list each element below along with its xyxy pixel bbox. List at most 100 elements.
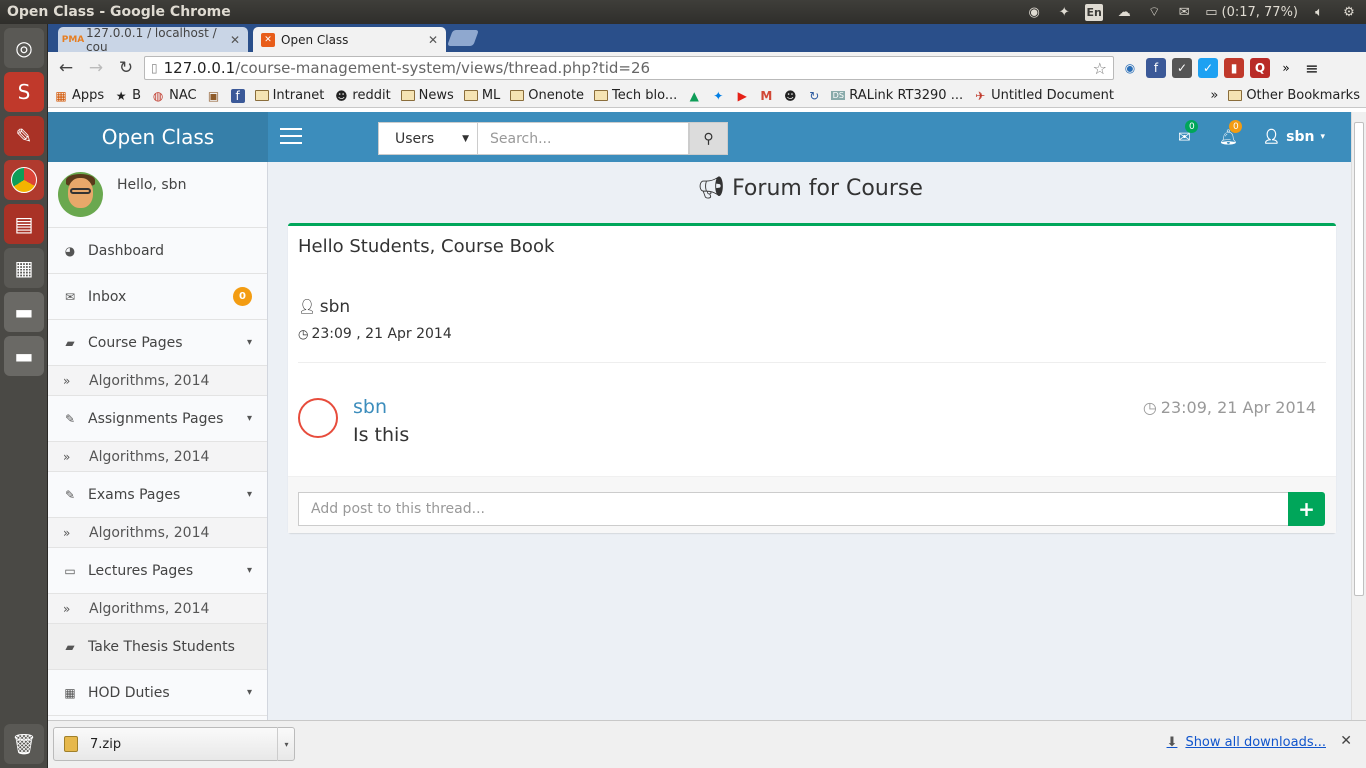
post-author-link[interactable]: sbn [353, 396, 387, 418]
sidebar-item-lectures-pages[interactable]: ▭ Lectures Pages ▾ [48, 548, 267, 594]
table-icon: ▦ [64, 685, 76, 700]
double-chevron-icon: » [63, 601, 71, 616]
overflow-menu-icon[interactable]: » [1276, 58, 1296, 78]
facebook-extension-icon[interactable]: f [1146, 58, 1166, 78]
bookmark-youtube[interactable]: ▶ [735, 89, 749, 103]
scrollbar-thumb[interactable] [1354, 122, 1364, 596]
bookmark-ml[interactable]: ML [463, 88, 500, 103]
add-post-button[interactable]: + [1288, 492, 1325, 526]
bookmark-onenote[interactable]: Onenote [510, 88, 584, 103]
quora-extension-icon[interactable]: Q [1250, 58, 1270, 78]
workspace-switcher-icon[interactable]: ▦ [4, 248, 44, 288]
disk-drive-icon[interactable]: ▬ [4, 292, 44, 332]
close-icon[interactable]: ✕ [230, 33, 240, 47]
notifications-menu[interactable]: 🔔︎ 0 [1206, 112, 1250, 162]
trash-icon[interactable]: 🗑︎ [4, 724, 44, 764]
bookmark-news[interactable]: News [400, 88, 454, 103]
bookmark-facebook[interactable]: f [230, 88, 245, 103]
sidebar-item-inbox[interactable]: ✉ Inbox 0 [48, 274, 267, 320]
dropbox-icon[interactable]: ✦ [1055, 4, 1073, 20]
bookmark-gmail[interactable]: M [759, 89, 773, 103]
bookmarks-overflow[interactable]: » [1210, 88, 1218, 103]
messages-menu[interactable]: ✉ 0 [1162, 112, 1206, 162]
chrome-icon[interactable] [4, 160, 44, 200]
show-all-downloads-link[interactable]: ⬇ Show all downloads... [1167, 735, 1326, 750]
chrome-menu-icon[interactable]: ≡ [1302, 58, 1322, 78]
sublime-text-icon[interactable]: S [4, 72, 44, 112]
volume-icon[interactable]: 🔈︎ [1310, 4, 1328, 20]
bookmark-tech-blogs[interactable]: Tech blo... [594, 88, 677, 103]
settings-gear-icon[interactable]: ⚙ [1340, 4, 1358, 20]
forward-arrow-icon[interactable]: → [84, 56, 108, 80]
sidebar-subitem-assignments[interactable]: » Algorithms, 2014 [48, 442, 267, 472]
new-tab-button[interactable] [447, 30, 479, 46]
reply-input[interactable]: Add post to this thread... [298, 492, 1289, 526]
download-options-arrow[interactable]: ▾ [277, 727, 295, 761]
back-arrow-icon[interactable]: ← [54, 56, 78, 80]
bookmark-drive[interactable]: ▲ [687, 89, 701, 103]
close-icon[interactable]: ✕ [1340, 733, 1352, 749]
bookmark-extension-icon[interactable]: ▮ [1224, 58, 1244, 78]
address-bar[interactable]: ▯ 127.0.0.1/course-management-system/vie… [144, 56, 1114, 80]
search-button[interactable]: ⚲ [689, 122, 728, 155]
sidebar-item-dashboard[interactable]: ◕ Dashboard [48, 228, 267, 274]
bookmark-intranet[interactable]: Intranet [254, 88, 324, 103]
sidebar-item-thesis[interactable]: ▰ Take Thesis Students [48, 624, 267, 670]
bookmark-b[interactable]: ★ B [114, 88, 141, 103]
bookmark-ralink[interactable]: DS RALink RT3290 ... [831, 88, 963, 103]
notifications-badge: 0 [1229, 120, 1243, 133]
double-chevron-icon: » [63, 449, 71, 464]
bookmark-image[interactable]: ▣ [207, 89, 221, 103]
sidebar-subitem-course[interactable]: » Algorithms, 2014 [48, 366, 267, 396]
app-logo[interactable]: Open Class [48, 112, 268, 162]
bookmark-dropbox[interactable]: ✦ [711, 89, 725, 103]
sidebar-toggle-icon[interactable] [280, 128, 302, 144]
reload-icon[interactable]: ↻ [114, 56, 138, 80]
bookmark-reddit-2[interactable]: ☻ [783, 89, 797, 103]
sidebar-item-exams-pages[interactable]: ✎ Exams Pages ▾ [48, 472, 267, 518]
dash-home-icon[interactable]: ◎ [4, 28, 44, 68]
battery-indicator[interactable]: ▭ (0:17, 77%) [1205, 5, 1298, 20]
sidebar-item-course-pages[interactable]: ▰ Course Pages ▾ [48, 320, 267, 366]
user-name: sbn [1286, 129, 1315, 145]
wifi-icon[interactable]: ⌔ [1145, 4, 1163, 20]
search-type-select[interactable]: Users ▼ [378, 122, 478, 155]
thread-author: 👤︎ sbn [298, 297, 350, 317]
download-item[interactable]: 7.zip [53, 727, 295, 761]
bookmark-star-icon[interactable]: ☆ [1093, 59, 1107, 78]
tab-phpmyadmin[interactable]: PMA 127.0.0.1 / localhost / cou ✕ [58, 26, 248, 54]
pocket-icon[interactable]: ✓ [1172, 58, 1192, 78]
bookmark-reddit[interactable]: ☻ reddit [334, 88, 391, 103]
dashboard-icon: ◕ [64, 243, 76, 258]
sidebar-subitem-lectures[interactable]: » Algorithms, 2014 [48, 594, 267, 624]
bookmark-nac[interactable]: ◍ NAC [151, 88, 197, 103]
page-title-text: Forum for Course [732, 176, 923, 201]
post-time-text: 23:09, 21 Apr 2014 [1160, 398, 1316, 417]
globe-icon[interactable]: ◉ [1025, 4, 1043, 20]
system-settings-icon[interactable]: ✎ [4, 116, 44, 156]
disk-drive-icon[interactable]: ▬ [4, 336, 44, 376]
other-bookmarks[interactable]: Other Bookmarks [1228, 88, 1360, 103]
facebook-icon: f [230, 88, 245, 103]
sidebar-subitem-exams[interactable]: » Algorithms, 2014 [48, 518, 267, 548]
file-cabinet-icon[interactable]: ▤ [4, 204, 44, 244]
page-scrollbar[interactable] [1351, 112, 1366, 720]
globe-extension-icon[interactable]: ◉ [1120, 58, 1140, 78]
bookmark-apps[interactable]: ▦ Apps [54, 88, 104, 103]
bookmark-untitled[interactable]: ✈ Untitled Document [973, 88, 1114, 103]
tab-open-class[interactable]: ✕ Open Class ✕ [253, 27, 446, 52]
bookmark-refresh-site[interactable]: ↻ [807, 89, 821, 103]
thread-box: Hello Students, Course Book 👤︎ sbn ◷ 23:09… [288, 223, 1336, 533]
close-icon[interactable]: ✕ [428, 33, 438, 47]
bookmark-label: NAC [169, 88, 197, 103]
sidebar-item-label: Lectures Pages [88, 562, 194, 579]
user-menu[interactable]: 👤︎ sbn ▾ [1250, 129, 1351, 145]
book-icon: ▰ [65, 335, 75, 350]
keyboard-language-indicator[interactable]: En [1085, 3, 1104, 21]
search-input[interactable]: Search... [478, 122, 689, 155]
mail-icon[interactable]: ✉ [1175, 4, 1193, 20]
checkmark-extension-icon[interactable]: ✓ [1198, 58, 1218, 78]
sidebar-item-hod-duties[interactable]: ▦ HOD Duties ▾ [48, 670, 267, 716]
sidebar-item-assignments-pages[interactable]: ✎ Assignments Pages ▾ [48, 396, 267, 442]
cloud-icon[interactable]: ☁ [1115, 4, 1133, 20]
